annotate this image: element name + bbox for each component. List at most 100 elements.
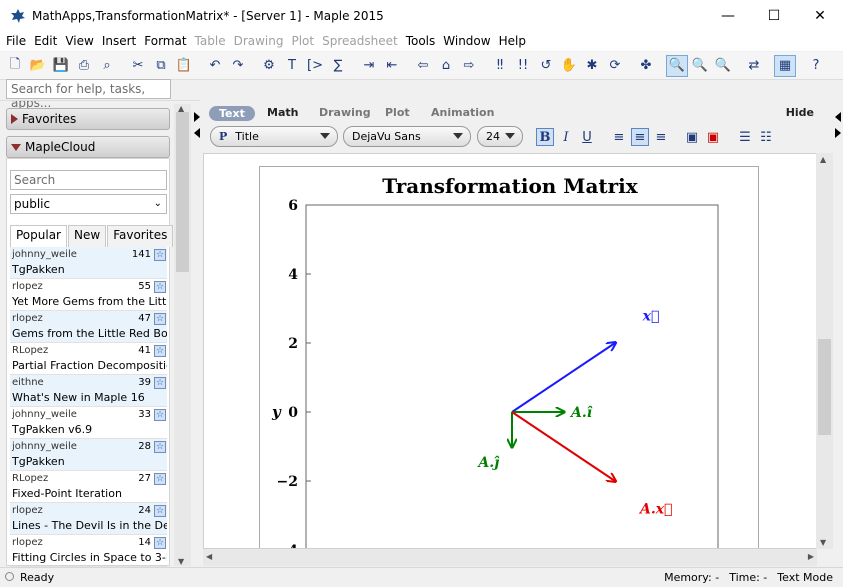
- menu-table[interactable]: Table: [191, 34, 230, 48]
- worksheet-layout-icon[interactable]: ▦: [774, 54, 796, 77]
- mode-drawing[interactable]: Drawing: [319, 106, 371, 119]
- list-item[interactable]: rlopez 47 ☆ Gems from the Little Red Boo…: [10, 311, 167, 343]
- align-left-icon[interactable]: ≡: [610, 128, 628, 146]
- splitter-arrows-icon[interactable]: [193, 112, 201, 140]
- zoom-150-icon[interactable]: 🔍: [689, 55, 711, 77]
- indent-icon[interactable]: ⇥: [358, 55, 380, 77]
- save-icon[interactable]: 💾: [50, 55, 72, 77]
- context-bar-expand[interactable]: [834, 112, 842, 143]
- document-editor[interactable]: Transformation Matrix6420−2−4yx⃗A.îA.ĵA.…: [203, 153, 817, 549]
- underline-button[interactable]: U: [578, 128, 596, 146]
- stop-hand-icon[interactable]: ✋: [558, 55, 580, 77]
- minimize-button[interactable]: —: [705, 0, 751, 31]
- left-panel-scrollbar[interactable]: ▲ ▼: [174, 104, 191, 566]
- style-select[interactable]: P Title: [210, 126, 338, 147]
- paste-icon[interactable]: 📋: [173, 55, 195, 77]
- swap-icon[interactable]: ⇄: [743, 55, 765, 77]
- menu-file[interactable]: File: [2, 34, 30, 48]
- hide-button[interactable]: Hide: [786, 106, 814, 119]
- menu-format[interactable]: Format: [140, 34, 190, 48]
- plot-frame[interactable]: Transformation Matrix6420−2−4yx⃗A.îA.ĵA.…: [259, 166, 760, 549]
- favorite-star-icon[interactable]: ☆: [154, 345, 166, 357]
- cut-icon[interactable]: ✂: [127, 55, 149, 77]
- text-mode-icon[interactable]: T: [281, 55, 303, 77]
- list-item[interactable]: RLopez 41 ☆ Partial Fraction Decompositi…: [10, 343, 167, 375]
- scroll-down-icon[interactable]: ▼: [820, 538, 826, 547]
- cloud-search-input[interactable]: Search: [10, 170, 167, 190]
- menu-spreadsheet[interactable]: Spreadsheet: [318, 34, 402, 48]
- menu-insert[interactable]: Insert: [98, 34, 140, 48]
- copy-icon[interactable]: ⧉: [150, 55, 172, 77]
- mode-animation[interactable]: Animation: [431, 106, 494, 119]
- text-color-icon[interactable]: ▣: [683, 128, 701, 146]
- favorite-star-icon[interactable]: ☆: [154, 377, 166, 389]
- restart-icon[interactable]: ↺: [535, 55, 557, 77]
- menu-edit[interactable]: Edit: [30, 34, 61, 48]
- context-arrows-icon[interactable]: [834, 112, 842, 140]
- open-folder-icon[interactable]: 📂: [27, 55, 49, 77]
- execute-group-icon[interactable]: ⚙: [258, 55, 280, 77]
- reset-icon[interactable]: ⟳: [604, 55, 626, 77]
- align-center-icon[interactable]: ≡: [631, 128, 649, 146]
- numbered-list-icon[interactable]: ☷: [757, 128, 775, 146]
- mode-text[interactable]: Text: [209, 106, 255, 121]
- menu-tools[interactable]: Tools: [402, 34, 440, 48]
- maplets-icon[interactable]: ✤: [635, 55, 657, 77]
- favorite-star-icon[interactable]: ☆: [154, 409, 166, 421]
- list-item[interactable]: rlopez 14 ☆ Fitting Circles in Space to …: [10, 535, 167, 567]
- favorite-star-icon[interactable]: ☆: [154, 441, 166, 453]
- help-icon[interactable]: ?: [805, 55, 827, 77]
- scroll-left-icon[interactable]: ◀: [206, 552, 212, 561]
- maple-input-icon[interactable]: [>: [304, 55, 326, 77]
- menu-window[interactable]: Window: [439, 34, 494, 48]
- mode-math[interactable]: Math: [267, 106, 298, 119]
- redo-icon[interactable]: ↷: [227, 55, 249, 77]
- list-item[interactable]: eithne 39 ☆ What's New in Maple 16: [10, 375, 167, 407]
- close-button[interactable]: ✕: [797, 0, 843, 31]
- maplecloud-palette-header[interactable]: MapleCloud: [6, 136, 170, 158]
- zoom-100-icon[interactable]: 🔍: [666, 54, 688, 77]
- cloud-group-select[interactable]: public ⌄: [10, 194, 167, 214]
- undo-icon[interactable]: ↶: [204, 55, 226, 77]
- favorite-star-icon[interactable]: ☆: [154, 281, 166, 293]
- font-select[interactable]: DejaVu Sans: [343, 126, 471, 147]
- menu-view[interactable]: View: [61, 34, 97, 48]
- mode-plot[interactable]: Plot: [385, 106, 410, 119]
- align-right-icon[interactable]: ≡: [652, 128, 670, 146]
- scroll-right-icon[interactable]: ▶: [808, 552, 814, 561]
- home-icon[interactable]: ⌂: [435, 55, 457, 77]
- list-item[interactable]: rlopez 24 ☆ Lines - The Devil Is in the …: [10, 503, 167, 535]
- favorite-star-icon[interactable]: ☆: [154, 313, 166, 325]
- favorite-star-icon[interactable]: ☆: [154, 473, 166, 485]
- list-item[interactable]: rlopez 55 ☆ Yet More Gems from the Littl…: [10, 279, 167, 311]
- bullet-list-icon[interactable]: ☰: [736, 128, 754, 146]
- debug-icon[interactable]: ✱: [581, 55, 603, 77]
- list-item[interactable]: johnny_weile 33 ☆ TgPakken v6.9: [10, 407, 167, 439]
- transformation-plot[interactable]: Transformation Matrix6420−2−4yx⃗A.îA.ĵA.…: [260, 167, 760, 549]
- maximize-button[interactable]: ☐: [751, 0, 797, 31]
- tab-favorites[interactable]: Favorites: [107, 225, 174, 247]
- editor-horizontal-scrollbar[interactable]: ◀ ▶: [203, 549, 817, 566]
- new-document-icon[interactable]: 🗋: [4, 55, 26, 77]
- highlight-color-icon[interactable]: ▣: [704, 128, 722, 146]
- favorite-star-icon[interactable]: ☆: [154, 505, 166, 517]
- scroll-up-icon[interactable]: ▲: [820, 155, 826, 164]
- execute-all-icon[interactable]: ‼: [489, 55, 511, 77]
- scroll-thumb[interactable]: [176, 112, 189, 272]
- favorite-star-icon[interactable]: ☆: [154, 249, 166, 261]
- zoom-200-icon[interactable]: 🔍: [712, 55, 734, 77]
- back-arrow-icon[interactable]: ⇦: [412, 55, 434, 77]
- editor-vertical-scrollbar[interactable]: ▲ ▼: [816, 153, 833, 549]
- forward-arrow-icon[interactable]: ⇨: [458, 55, 480, 77]
- italic-button[interactable]: I: [557, 128, 575, 146]
- bold-button[interactable]: B: [536, 128, 554, 146]
- favorites-palette-header[interactable]: Favorites: [6, 108, 170, 130]
- execute-selection-icon[interactable]: !!: [512, 55, 534, 77]
- print-icon[interactable]: ⎙: [73, 55, 95, 77]
- tab-new[interactable]: New: [68, 225, 107, 247]
- list-item[interactable]: johnny_weile 141 ☆ TgPakken: [10, 247, 167, 279]
- sum-icon[interactable]: ∑: [327, 55, 349, 77]
- tab-popular[interactable]: Popular: [10, 225, 67, 247]
- menu-help[interactable]: Help: [495, 34, 530, 48]
- scroll-thumb[interactable]: [818, 339, 831, 435]
